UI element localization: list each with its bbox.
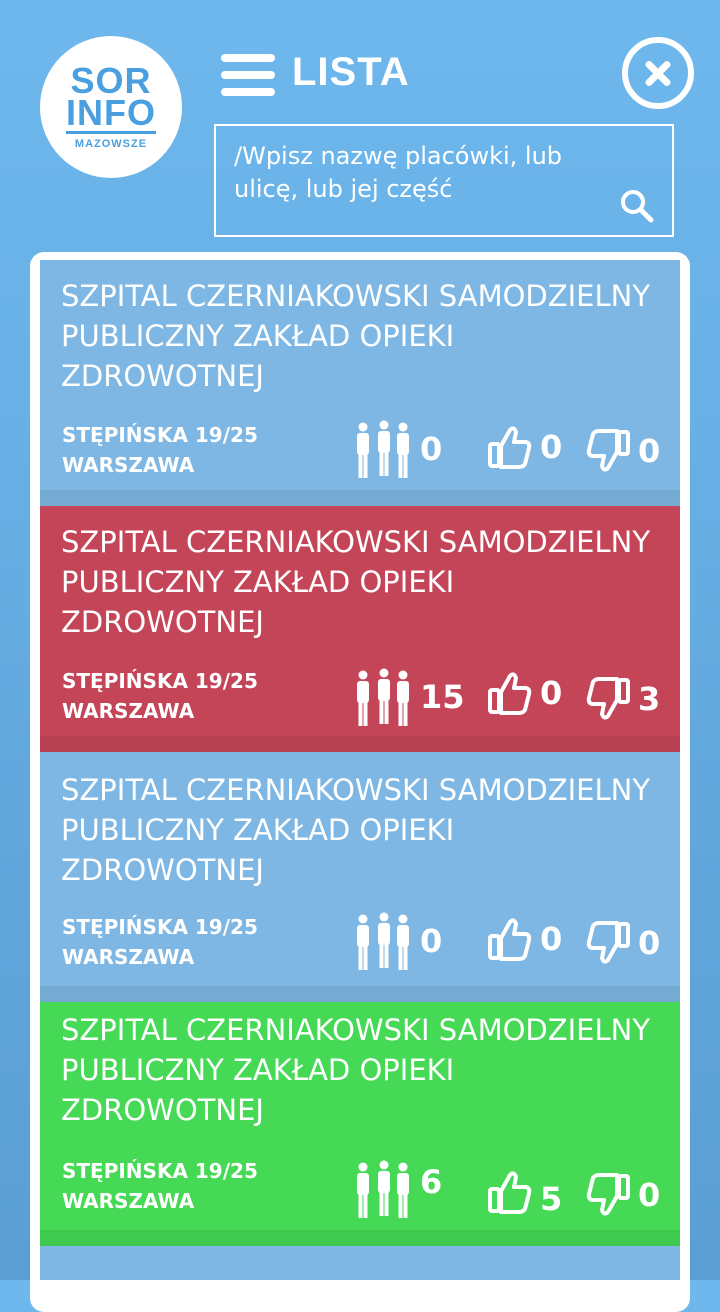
likes-count: 0 [540, 674, 563, 712]
facility-street: STĘPIŃSKA 19/25 [62, 915, 258, 939]
logo-line-3: MAZOWSZE [74, 137, 148, 150]
thumbs-down-icon[interactable] [586, 920, 630, 966]
dislikes-count: 0 [638, 1176, 661, 1214]
list-item[interactable]: SZPITAL CZERNIAKOWSKI SAMODZIELNY PUBLIC… [40, 260, 680, 506]
facility-name: SZPITAL CZERNIAKOWSKI SAMODZIELNY PUBLIC… [61, 279, 651, 393]
thumbs-down-icon[interactable] [586, 1172, 630, 1218]
thumbs-down-icon[interactable] [586, 676, 630, 722]
list-item[interactable]: SZPITAL CZERNIAKOWSKI SAMODZIELNY PUBLIC… [40, 752, 680, 1002]
search-placeholder: /Wpisz nazwę placówki, lub ulicę, lub je… [234, 142, 563, 203]
page-title: LISTA [292, 50, 410, 94]
close-icon[interactable] [622, 37, 694, 109]
app-logo: SOR INFO MAZOWSZE [40, 36, 182, 178]
logo-line-2: INFO [66, 91, 156, 134]
facility-city: WARSZAWA [62, 1189, 195, 1213]
search-icon[interactable] [620, 189, 654, 223]
list-item[interactable]: SZPITAL CZERNIAKOWSKI SAMODZIELNY PUBLIC… [40, 1002, 680, 1246]
list-item-partial[interactable] [40, 1246, 680, 1280]
people-queue-icon [356, 420, 412, 478]
thumbs-up-icon[interactable] [488, 670, 532, 716]
likes-count: 0 [540, 920, 563, 958]
facility-street: STĘPIŃSKA 19/25 [62, 1159, 258, 1183]
hamburger-menu-icon[interactable] [221, 54, 275, 96]
facility-street: STĘPIŃSKA 19/25 [62, 669, 258, 693]
thumbs-down-icon[interactable] [586, 428, 630, 474]
facility-name: SZPITAL CZERNIAKOWSKI SAMODZIELNY PUBLIC… [61, 773, 651, 887]
people-queue-icon [356, 1160, 412, 1218]
likes-count: 5 [540, 1180, 563, 1218]
thumbs-up-icon[interactable] [488, 1169, 532, 1215]
facility-city: WARSZAWA [62, 699, 195, 723]
thumbs-up-icon[interactable] [488, 916, 532, 962]
likes-count: 0 [540, 428, 563, 466]
queue-count: 0 [420, 922, 443, 960]
thumbs-up-icon[interactable] [488, 424, 532, 470]
people-queue-icon [356, 912, 412, 970]
dislikes-count: 0 [638, 432, 661, 470]
facility-city: WARSZAWA [62, 945, 195, 969]
people-queue-icon [356, 668, 412, 726]
facility-name: SZPITAL CZERNIAKOWSKI SAMODZIELNY PUBLIC… [61, 1013, 651, 1127]
facility-list[interactable]: SZPITAL CZERNIAKOWSKI SAMODZIELNY PUBLIC… [40, 260, 680, 1280]
facility-street: STĘPIŃSKA 19/25 [62, 423, 258, 447]
dislikes-count: 0 [638, 924, 661, 962]
queue-count: 15 [420, 678, 465, 716]
queue-count: 6 [420, 1163, 443, 1201]
facility-name: SZPITAL CZERNIAKOWSKI SAMODZIELNY PUBLIC… [61, 525, 651, 639]
facility-city: WARSZAWA [62, 453, 195, 477]
dislikes-count: 3 [638, 680, 661, 718]
search-field[interactable]: /Wpisz nazwę placówki, lub ulicę, lub je… [214, 124, 674, 237]
queue-count: 0 [420, 430, 443, 468]
list-item[interactable]: SZPITAL CZERNIAKOWSKI SAMODZIELNY PUBLIC… [40, 506, 680, 752]
